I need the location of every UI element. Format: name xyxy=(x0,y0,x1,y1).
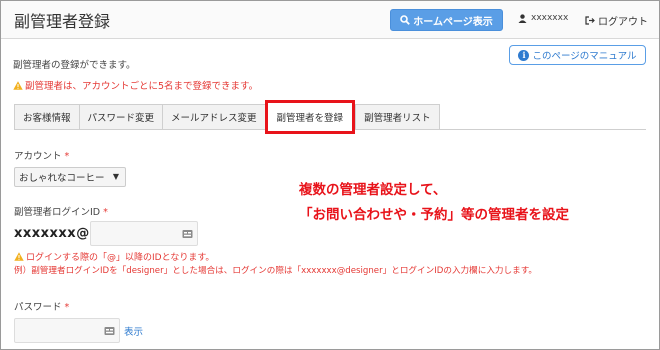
annotation-line-2: 「お問い合わせや・予約」等の管理者を設定 xyxy=(299,207,569,223)
password-label: パスワード * xyxy=(14,299,69,313)
login-id-prefix: xxxxxxx@ xyxy=(14,226,90,241)
password-manager-icon xyxy=(104,327,115,335)
caret-down-icon: ▼ xyxy=(112,172,119,181)
required-mark: * xyxy=(64,302,70,313)
login-id-label-text: 副管理者ログインID xyxy=(14,207,101,218)
password-manager-icon xyxy=(182,230,193,238)
required-mark: * xyxy=(64,151,70,162)
account-label-text: アカウント xyxy=(14,151,62,162)
manual-button[interactable]: i このページのマニュアル xyxy=(509,45,646,65)
password-label-text: パスワード xyxy=(14,302,62,313)
show-password-link[interactable]: 表示 xyxy=(124,324,143,338)
annotation-line-1: 複数の管理者設定して、 xyxy=(299,182,447,198)
required-mark: * xyxy=(103,207,108,218)
warning-icon xyxy=(14,252,24,261)
account-select-value: おしゃれなコーヒー xyxy=(19,173,105,184)
homepage-view-label: ホームページ表示 xyxy=(413,16,493,28)
header-bar: 副管理者登録 ホームページ表示 xxxxxxx ログアウト xyxy=(1,1,659,39)
page-description: 副管理者の登録ができます。 xyxy=(13,60,136,71)
tab-email-change[interactable]: メールアドレス変更 xyxy=(162,104,265,130)
login-id-example: 例）副管理者ログインIDを「designer」とした場合は、ログインの際は「xx… xyxy=(14,266,538,276)
logout-icon xyxy=(585,16,595,25)
tab-sub-admin-list[interactable]: 副管理者リスト xyxy=(355,104,440,130)
user-icon xyxy=(518,13,527,23)
tab-bar: お客様情報 パスワード変更 メールアドレス変更 副管理者を登録 副管理者リスト xyxy=(14,100,440,134)
password-input[interactable] xyxy=(14,318,120,343)
login-id-label: 副管理者ログインID * xyxy=(14,204,108,218)
homepage-view-button[interactable]: ホームページ表示 xyxy=(390,9,503,31)
login-id-help: ログインする際の「@」以降のIDとなります。 xyxy=(14,250,214,263)
info-icon: i xyxy=(518,49,530,61)
warning-icon xyxy=(13,80,23,90)
account-label: アカウント * xyxy=(14,148,69,162)
logout-label: ログアウト xyxy=(598,17,648,28)
tab-password-change[interactable]: パスワード変更 xyxy=(78,104,163,130)
logout-button[interactable]: ログアウト xyxy=(585,13,648,28)
username: xxxxxxx xyxy=(531,13,569,23)
tab-register-sub-admin[interactable]: 副管理者を登録 xyxy=(264,100,356,134)
login-id-help-text: ログインする際の「@」以降のIDとなります。 xyxy=(26,253,215,263)
tab-customer-info[interactable]: お客様情報 xyxy=(14,104,79,130)
limit-warning-text: 副管理者は、アカウントごとに5名まで登録できます。 xyxy=(25,81,259,92)
page-title: 副管理者登録 xyxy=(14,12,111,31)
limit-warning: 副管理者は、アカウントごとに5名まで登録できます。 xyxy=(13,78,258,92)
login-id-input[interactable] xyxy=(90,221,198,246)
account-select[interactable]: おしゃれなコーヒー ▼ xyxy=(14,167,126,187)
user-menu[interactable]: xxxxxxx xyxy=(518,13,568,23)
search-icon xyxy=(400,15,411,25)
manual-label: このページのマニュアル xyxy=(532,51,637,62)
